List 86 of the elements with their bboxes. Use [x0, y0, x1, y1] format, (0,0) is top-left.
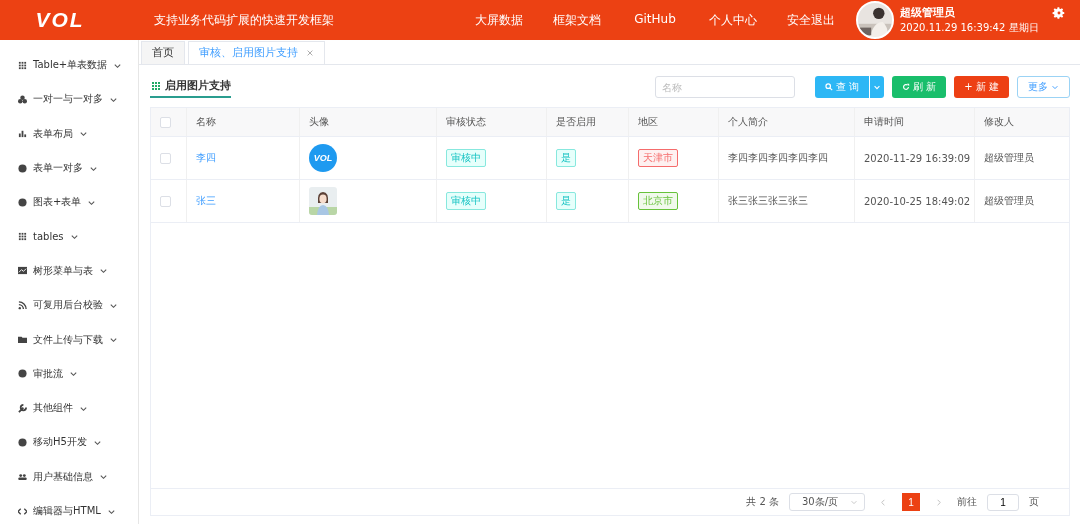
- add-button[interactable]: + 新 建: [954, 76, 1009, 98]
- next-icon[interactable]: [934, 497, 943, 507]
- table-cell-text: 超级管理员: [983, 151, 1035, 165]
- wrench-icon: [18, 403, 27, 413]
- nav-link[interactable]: 框架文档: [538, 11, 616, 29]
- caret-icon: [873, 83, 882, 91]
- panel-title: 启用图片支持: [165, 78, 231, 93]
- nav-link[interactable]: 个人中心: [694, 11, 772, 29]
- column-header: 头像: [300, 108, 437, 136]
- sidebar-item[interactable]: 审批流: [0, 356, 138, 391]
- caret-icon: [1051, 83, 1059, 91]
- sidebar-item[interactable]: Table+单表数据: [0, 48, 138, 83]
- column-header: 个人简介: [719, 108, 855, 136]
- page-size-select[interactable]: 30条/页: [789, 493, 865, 511]
- table-cell: 张三张三张三张三: [719, 180, 855, 222]
- region-tag: 天津市: [638, 149, 678, 167]
- sidebar-item[interactable]: 图表+表单: [0, 185, 138, 220]
- enabled-tag: 是: [556, 149, 576, 167]
- previous-icon[interactable]: [879, 497, 888, 507]
- table-cell: 李四李四李四李四李四: [719, 137, 855, 179]
- close-icon[interactable]: [306, 49, 314, 57]
- region-tag: 北京市: [638, 192, 678, 210]
- grid-icon: [18, 232, 27, 242]
- column-header: 审核状态: [437, 108, 547, 136]
- page-input[interactable]: 1: [987, 493, 1019, 511]
- tab[interactable]: 首页: [141, 41, 185, 64]
- refresh-icon: [902, 83, 911, 91]
- folder-icon: [18, 335, 27, 344]
- sidebar-item[interactable]: 移动H5开发: [0, 425, 138, 460]
- grid-icon: [151, 80, 161, 91]
- dropdown-button[interactable]: [870, 76, 885, 98]
- caret-icon: [850, 498, 858, 506]
- status-tag: 审核中: [446, 149, 486, 167]
- sidebar-item[interactable]: tables: [0, 219, 138, 254]
- column-header: 修改人: [983, 115, 1015, 129]
- logo-avatar: VOL: [309, 144, 337, 172]
- chevron-icon: [109, 335, 118, 344]
- page-suffix: 页: [1029, 495, 1039, 509]
- slogan: 支持业务代码扩展的快速开发框架: [154, 11, 334, 29]
- grid-icon: [18, 60, 27, 70]
- total-count: 共 2 条: [746, 495, 779, 509]
- chevron-icon: [69, 232, 79, 242]
- status-tag: 审核中: [446, 192, 486, 210]
- nav-link[interactable]: 大屏数据: [460, 11, 538, 29]
- sidebar-item[interactable]: 树形菜单与表: [0, 253, 138, 289]
- column-header: 申请时间: [855, 108, 975, 136]
- tab-label: 首页: [152, 46, 174, 60]
- cubes-icon: [18, 94, 27, 104]
- chevron-icon: [99, 266, 108, 276]
- users-icon: [18, 472, 27, 482]
- code-icon: [18, 506, 27, 516]
- date-time: 2020.11.29 16:39:42 星期日: [900, 21, 1040, 35]
- sidebar-item[interactable]: 编辑器与HTML: [0, 493, 138, 524]
- goto-label: 前往: [957, 495, 977, 509]
- chevron-icon: [99, 472, 108, 482]
- sidebar-item[interactable]: 用户基础信息: [0, 459, 138, 494]
- tab-label: 审核、启用图片支持: [199, 46, 298, 60]
- nav-link[interactable]: GitHub: [616, 11, 694, 29]
- column-header: 名称: [187, 108, 300, 136]
- bars-icon: [18, 129, 27, 139]
- sidebar-item[interactable]: 文件上传与下载: [0, 322, 138, 357]
- sidebar-item[interactable]: 表单布局: [0, 116, 138, 151]
- checkbox[interactable]: [160, 152, 171, 164]
- chart-icon: [18, 266, 27, 276]
- settings-icon[interactable]: [1052, 6, 1066, 20]
- sidebar-item[interactable]: 可复用后台校验: [0, 288, 138, 323]
- table-cell: 2020-11-29 16:39:09: [855, 137, 975, 179]
- enabled-tag: 是: [556, 192, 576, 210]
- page-button[interactable]: 1: [902, 493, 920, 511]
- chevron-icon: [79, 129, 88, 139]
- table-cell-text: 超级管理员: [983, 194, 1035, 208]
- search-field[interactable]: 名称: [654, 76, 795, 98]
- sidebar-item[interactable]: 一对一与一对多: [0, 82, 138, 117]
- nav-link[interactable]: 安全退出: [772, 11, 850, 29]
- checkbox[interactable]: [160, 195, 171, 207]
- logo[interactable]: VOL: [0, 8, 120, 32]
- sidebar-item[interactable]: 其他组件: [0, 390, 138, 426]
- column-header: 地区: [629, 108, 719, 136]
- column-header: 是否启用: [547, 108, 629, 136]
- search-icon: [824, 83, 833, 91]
- sidebar-item[interactable]: 表单一对多: [0, 150, 138, 186]
- checkbox[interactable]: [160, 116, 171, 128]
- rss-icon: [18, 300, 27, 310]
- table-cell: 2020-10-25 18:49:02: [855, 180, 975, 222]
- user-name: 超级管理员: [900, 5, 956, 20]
- chevron-icon: [69, 369, 78, 379]
